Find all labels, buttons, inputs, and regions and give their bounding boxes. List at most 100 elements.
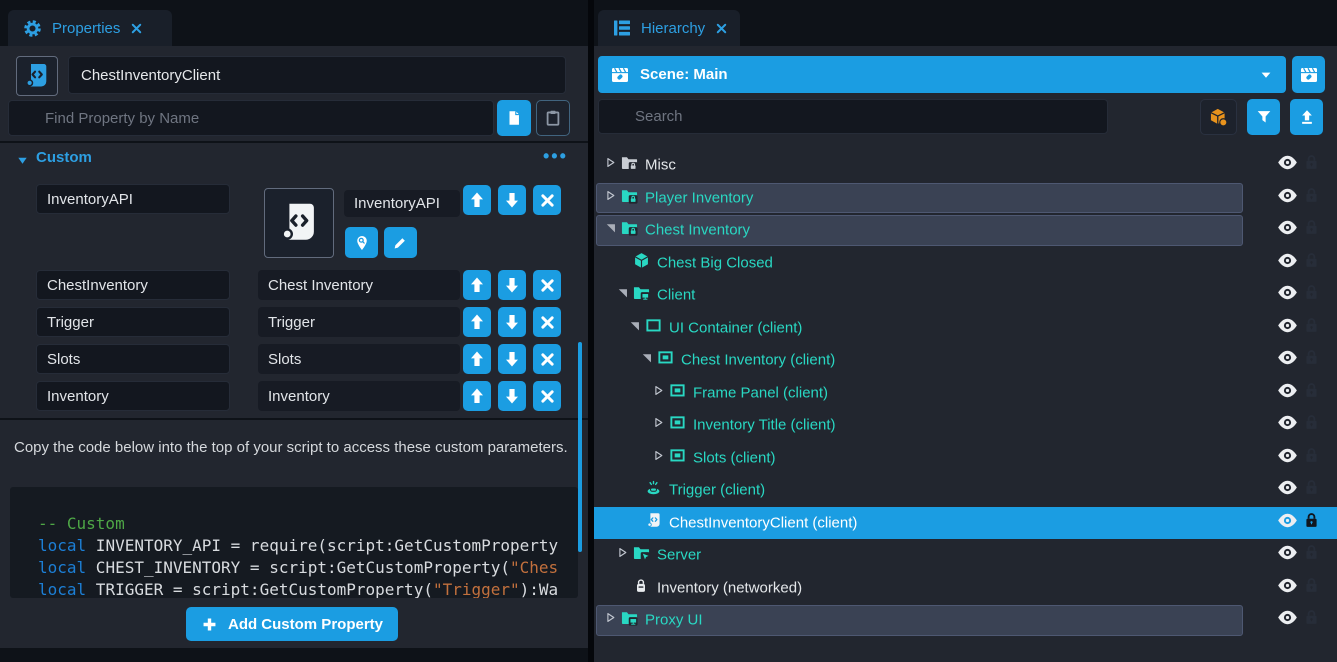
- tree-row[interactable]: Inventory Title (client): [594, 409, 1337, 442]
- expander-icon[interactable]: [652, 416, 665, 434]
- section-collapse-icon[interactable]: [16, 154, 29, 167]
- property-value-field[interactable]: Slots: [258, 344, 460, 374]
- lock-icon[interactable]: [1303, 316, 1320, 340]
- move-up-button[interactable]: [463, 270, 491, 300]
- visibility-eye-icon[interactable]: [1277, 350, 1298, 370]
- close-icon[interactable]: [714, 21, 729, 36]
- property-name-field[interactable]: InventoryAPI: [36, 184, 230, 214]
- lock-icon[interactable]: [1303, 251, 1320, 275]
- hierarchy-search-input[interactable]: [598, 99, 1108, 134]
- move-down-button[interactable]: [498, 344, 526, 374]
- visibility-eye-icon[interactable]: [1277, 285, 1298, 305]
- tab-properties[interactable]: Properties: [8, 10, 172, 46]
- lock-icon[interactable]: [1303, 608, 1320, 632]
- lock-icon[interactable]: [1303, 576, 1320, 600]
- expander-icon[interactable]: [604, 221, 617, 239]
- move-down-button[interactable]: [498, 185, 526, 215]
- tree-row[interactable]: ChestInventoryClient (client): [594, 507, 1337, 540]
- lock-icon[interactable]: [1303, 218, 1320, 242]
- move-up-button[interactable]: [463, 381, 491, 411]
- tree-row[interactable]: Proxy UI: [594, 604, 1337, 637]
- visibility-eye-icon[interactable]: [1277, 513, 1298, 533]
- move-down-button[interactable]: [498, 381, 526, 411]
- asset-thumbnail[interactable]: [264, 188, 334, 258]
- move-up-button[interactable]: [463, 307, 491, 337]
- expander-icon[interactable]: [604, 156, 617, 174]
- find-property-input[interactable]: [8, 100, 494, 136]
- property-value-field[interactable]: Inventory: [258, 381, 460, 411]
- visibility-eye-icon[interactable]: [1277, 480, 1298, 500]
- custom-section-header[interactable]: Custom •••: [0, 146, 588, 174]
- expander-icon[interactable]: [652, 449, 665, 467]
- delete-property-button[interactable]: [533, 381, 561, 411]
- lock-icon[interactable]: [1303, 186, 1320, 210]
- scene-manager-button[interactable]: [1292, 56, 1325, 93]
- visibility-eye-icon[interactable]: [1277, 415, 1298, 435]
- visibility-eye-icon[interactable]: [1277, 188, 1298, 208]
- move-down-button[interactable]: [498, 307, 526, 337]
- lock-icon[interactable]: [1303, 543, 1320, 567]
- expander-icon[interactable]: [616, 546, 629, 564]
- expander-icon[interactable]: [604, 611, 617, 629]
- lock-icon[interactable]: [1303, 348, 1320, 372]
- property-name-field[interactable]: Slots: [36, 344, 230, 374]
- tree-row[interactable]: Player Inventory: [594, 182, 1337, 215]
- template-view-button[interactable]: [1200, 99, 1237, 135]
- add-custom-property-button[interactable]: Add Custom Property: [186, 607, 398, 641]
- lock-icon[interactable]: [1303, 478, 1320, 502]
- tree-row[interactable]: Client: [594, 279, 1337, 312]
- asset-value-field[interactable]: InventoryAPI: [344, 190, 460, 217]
- move-up-button[interactable]: [463, 344, 491, 374]
- expander-icon[interactable]: [640, 351, 653, 369]
- visibility-eye-icon[interactable]: [1277, 318, 1298, 338]
- tree-row[interactable]: Frame Panel (client): [594, 377, 1337, 410]
- tree-row[interactable]: Chest Inventory: [594, 214, 1337, 247]
- lock-icon[interactable]: [1303, 511, 1320, 535]
- property-name-field[interactable]: ChestInventory: [36, 270, 230, 300]
- lock-icon[interactable]: [1303, 413, 1320, 437]
- expander-icon[interactable]: [604, 189, 617, 207]
- visibility-eye-icon[interactable]: [1277, 155, 1298, 175]
- filter-button[interactable]: [1247, 99, 1280, 135]
- visibility-eye-icon[interactable]: [1277, 610, 1298, 630]
- move-down-button[interactable]: [498, 270, 526, 300]
- move-up-button[interactable]: [463, 185, 491, 215]
- expander-icon[interactable]: [628, 319, 641, 337]
- visibility-eye-icon[interactable]: [1277, 220, 1298, 240]
- delete-property-button[interactable]: [533, 270, 561, 300]
- property-name-field[interactable]: Inventory: [36, 381, 230, 411]
- delete-property-button[interactable]: [533, 307, 561, 337]
- tab-hierarchy[interactable]: Hierarchy: [598, 10, 740, 46]
- scene-dropdown[interactable]: Scene: Main: [598, 56, 1286, 93]
- paste-properties-button[interactable]: [536, 100, 570, 136]
- lock-icon[interactable]: [1303, 283, 1320, 307]
- expander-icon[interactable]: [652, 384, 665, 402]
- delete-property-button[interactable]: [533, 185, 561, 215]
- delete-property-button[interactable]: [533, 344, 561, 374]
- more-options-icon[interactable]: •••: [543, 146, 568, 167]
- lock-icon[interactable]: [1303, 446, 1320, 470]
- tree-row[interactable]: Inventory (networked): [594, 572, 1337, 605]
- tree-row[interactable]: Slots (client): [594, 442, 1337, 475]
- close-icon[interactable]: [129, 21, 144, 36]
- collapse-all-button[interactable]: [1290, 99, 1323, 135]
- copy-properties-button[interactable]: [497, 100, 531, 136]
- lock-icon[interactable]: [1303, 381, 1320, 405]
- property-value-field[interactable]: Chest Inventory: [258, 270, 460, 300]
- tree-row[interactable]: Chest Big Closed: [594, 247, 1337, 280]
- visibility-eye-icon[interactable]: [1277, 578, 1298, 598]
- lock-icon[interactable]: [1303, 153, 1320, 177]
- find-asset-button[interactable]: [345, 227, 378, 258]
- object-name-input[interactable]: [68, 56, 566, 94]
- tree-row[interactable]: Trigger (client): [594, 474, 1337, 507]
- tree-row[interactable]: Misc: [594, 149, 1337, 182]
- tree-row[interactable]: UI Container (client): [594, 312, 1337, 345]
- code-snippet[interactable]: -- Customlocal INVENTORY_API = require(s…: [10, 487, 578, 598]
- visibility-eye-icon[interactable]: [1277, 545, 1298, 565]
- visibility-eye-icon[interactable]: [1277, 383, 1298, 403]
- property-name-field[interactable]: Trigger: [36, 307, 230, 337]
- edit-asset-button[interactable]: [384, 227, 417, 258]
- visibility-eye-icon[interactable]: [1277, 253, 1298, 273]
- property-value-field[interactable]: Trigger: [258, 307, 460, 337]
- tree-row[interactable]: Chest Inventory (client): [594, 344, 1337, 377]
